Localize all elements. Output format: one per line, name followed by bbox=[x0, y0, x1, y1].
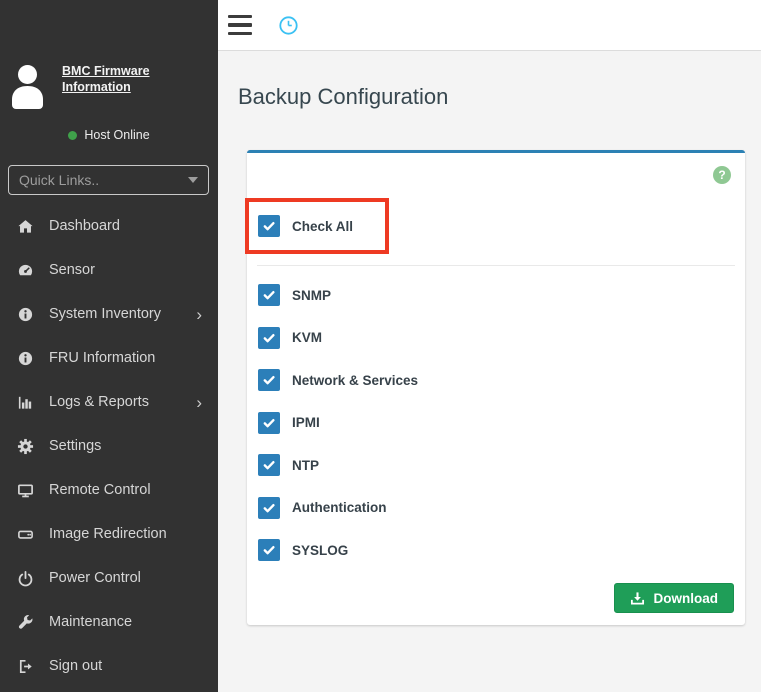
host-online-dot-icon bbox=[68, 131, 77, 140]
sign-out-icon bbox=[15, 658, 35, 675]
check-all-highlight: Check All bbox=[245, 198, 389, 254]
snmp-checkbox[interactable] bbox=[258, 284, 280, 306]
chevron-right-icon: › bbox=[196, 306, 202, 323]
ipmi-checkbox[interactable] bbox=[258, 412, 280, 434]
host-status-label: Host Online bbox=[84, 128, 149, 142]
checkbox-label: SYSLOG bbox=[292, 543, 348, 558]
checkbox-label: NTP bbox=[292, 458, 319, 473]
sidebar-item-label: Image Redirection bbox=[49, 526, 167, 542]
help-icon[interactable]: ? bbox=[713, 166, 731, 184]
sidebar-item-sign-out[interactable]: Sign out bbox=[0, 644, 218, 688]
divider bbox=[257, 265, 735, 266]
clock-icon[interactable] bbox=[269, 6, 307, 44]
gear-icon bbox=[15, 438, 35, 455]
hamburger-menu-icon[interactable] bbox=[228, 15, 252, 35]
disk-icon bbox=[15, 526, 35, 543]
checkbox-label: Network & Services bbox=[292, 373, 418, 388]
power-icon bbox=[15, 570, 35, 587]
sidebar-item-label: Dashboard bbox=[49, 218, 120, 234]
user-avatar-icon bbox=[7, 62, 48, 115]
sidebar-item-label: System Inventory bbox=[49, 306, 161, 322]
authentication-checkbox[interactable] bbox=[258, 497, 280, 519]
sidebar-item-sensor[interactable]: Sensor bbox=[0, 248, 218, 292]
page-title: Backup Configuration bbox=[238, 84, 448, 110]
monitor-icon bbox=[15, 482, 35, 499]
quick-links-placeholder: Quick Links.. bbox=[19, 172, 99, 188]
download-button[interactable]: Download bbox=[614, 583, 735, 613]
check-all-checkbox[interactable] bbox=[258, 215, 280, 237]
sidebar-item-power-control[interactable]: Power Control bbox=[0, 556, 218, 600]
wrench-icon bbox=[15, 614, 35, 631]
list-item-authentication: Authentication bbox=[258, 497, 418, 519]
sidebar-item-fru-information[interactable]: FRU Information bbox=[0, 336, 218, 380]
sidebar-item-label: FRU Information bbox=[49, 350, 155, 366]
checkbox-label: SNMP bbox=[292, 288, 331, 303]
sidebar-item-dashboard[interactable]: Dashboard bbox=[0, 204, 218, 248]
sidebar-item-label: Settings bbox=[49, 438, 101, 454]
backup-items-list: SNMP KVM Network & Services IPMI NTP Aut… bbox=[258, 284, 418, 582]
sidebar-item-remote-control[interactable]: Remote Control bbox=[0, 468, 218, 512]
gauge-icon bbox=[15, 262, 35, 279]
list-item-ipmi: IPMI bbox=[258, 412, 418, 434]
list-item-kvm: KVM bbox=[258, 327, 418, 349]
info-circle-icon bbox=[15, 306, 35, 323]
sidebar-item-label: Sensor bbox=[49, 262, 95, 278]
download-icon bbox=[630, 591, 645, 606]
checkbox-label: KVM bbox=[292, 330, 322, 345]
bmc-firmware-information-link[interactable]: BMC Firmware Information bbox=[62, 64, 212, 95]
home-icon bbox=[15, 218, 35, 235]
network-services-checkbox[interactable] bbox=[258, 369, 280, 391]
sidebar-item-label: Sign out bbox=[49, 658, 102, 674]
quick-links-select[interactable]: Quick Links.. bbox=[8, 165, 209, 195]
sidebar-item-logs-reports[interactable]: Logs & Reports › bbox=[0, 380, 218, 424]
list-item-ntp: NTP bbox=[258, 454, 418, 476]
sidebar-item-label: Maintenance bbox=[49, 614, 132, 630]
ntp-checkbox[interactable] bbox=[258, 454, 280, 476]
download-button-label: Download bbox=[654, 591, 719, 606]
host-status: Host Online bbox=[0, 128, 218, 142]
sidebar-item-label: Remote Control bbox=[49, 482, 151, 498]
bar-chart-icon bbox=[15, 394, 35, 411]
sidebar-item-system-inventory[interactable]: System Inventory › bbox=[0, 292, 218, 336]
checkbox-label: IPMI bbox=[292, 415, 320, 430]
sidebar-item-maintenance[interactable]: Maintenance bbox=[0, 600, 218, 644]
sidebar-item-label: Power Control bbox=[49, 570, 141, 586]
backup-configuration-panel: ? Check All SNMP KVM Network & Services bbox=[247, 150, 745, 625]
sidebar-item-image-redirection[interactable]: Image Redirection bbox=[0, 512, 218, 556]
chevron-right-icon: › bbox=[196, 394, 202, 411]
check-all-label: Check All bbox=[292, 219, 353, 234]
list-item-syslog: SYSLOG bbox=[258, 539, 418, 561]
checkbox-label: Authentication bbox=[292, 500, 387, 515]
info-circle-icon bbox=[15, 350, 35, 367]
sidebar-item-label: Logs & Reports bbox=[49, 394, 149, 410]
main-content: Backup Configuration ? Check All SNMP KV… bbox=[218, 51, 761, 692]
syslog-checkbox[interactable] bbox=[258, 539, 280, 561]
kvm-checkbox[interactable] bbox=[258, 327, 280, 349]
list-item-network-services: Network & Services bbox=[258, 369, 418, 391]
topbar bbox=[218, 0, 761, 51]
caret-down-icon bbox=[188, 177, 198, 183]
sidebar: BMC Firmware Information Host Online Qui… bbox=[0, 0, 218, 692]
list-item-snmp: SNMP bbox=[258, 284, 418, 306]
sidebar-item-settings[interactable]: Settings bbox=[0, 424, 218, 468]
sidebar-menu: Dashboard Sensor System Inventory › FRU … bbox=[0, 204, 218, 688]
